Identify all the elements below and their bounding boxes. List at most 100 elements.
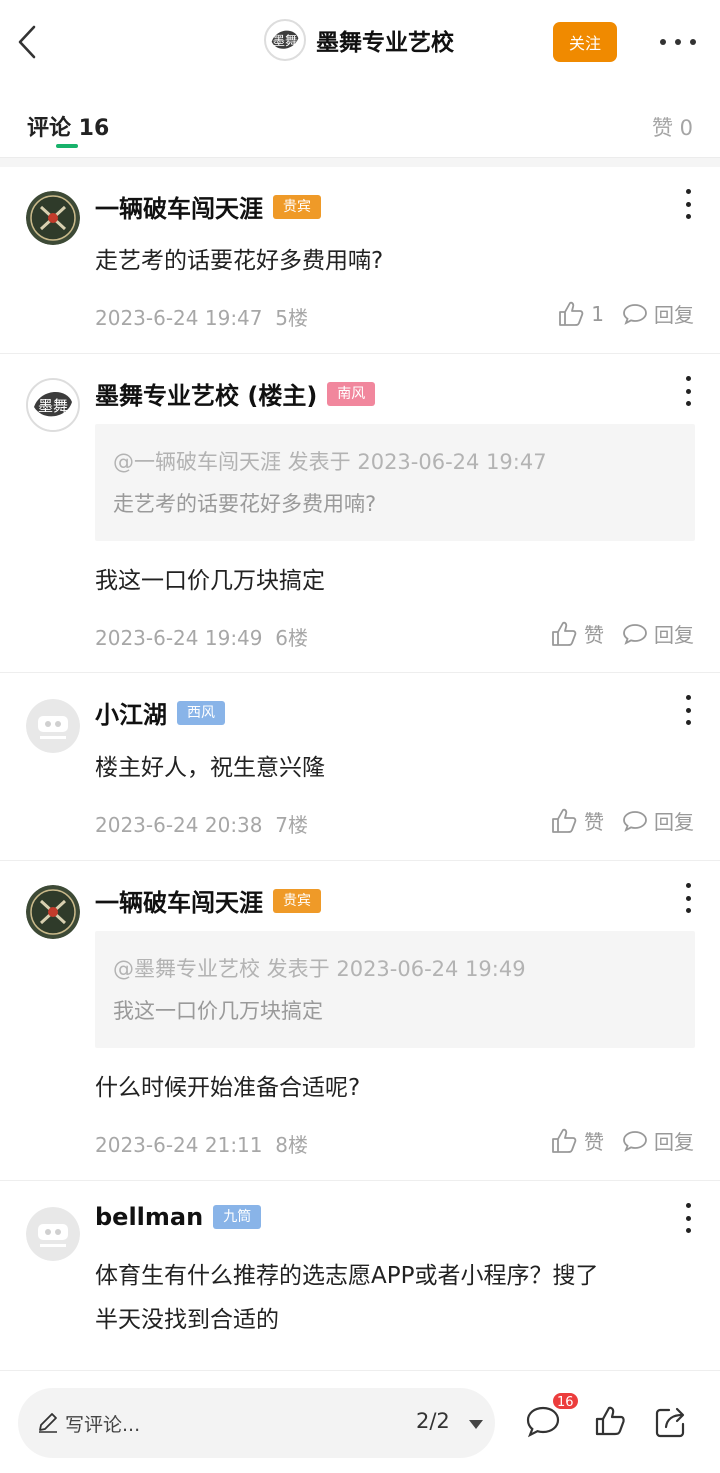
- svg-text:墨舞: 墨舞: [273, 34, 298, 48]
- avatar[interactable]: [26, 1207, 80, 1261]
- thumbs-up-icon: [559, 301, 584, 326]
- comment-count-badge: 16: [551, 1391, 580, 1411]
- comment-meta: 2023-6-24 19:47 5楼: [95, 302, 308, 331]
- comment-item: 墨舞 墨舞专业艺校 (楼主) 南风 @一辆破车闯天涯 发表于 2023-06-2…: [0, 354, 720, 673]
- comment-floor: 8楼: [275, 1133, 308, 1157]
- thumbs-up-icon: [552, 621, 577, 646]
- forum-title: 墨舞专业艺校: [316, 30, 454, 56]
- tab-comments[interactable]: 评论 16: [27, 110, 109, 142]
- more-vertical-icon[interactable]: [684, 189, 692, 219]
- share-icon[interactable]: [654, 1405, 688, 1439]
- reply-bubble-icon: [623, 810, 647, 832]
- comment-actions: 赞 回复: [550, 619, 694, 648]
- avatar[interactable]: [26, 885, 80, 939]
- more-vertical-icon[interactable]: [684, 376, 692, 406]
- author-name[interactable]: 小江湖: [95, 695, 167, 730]
- comment-item: 一辆破车闯天涯 贵宾 @墨舞专业艺校 发表于 2023-06-24 19:49 …: [0, 861, 720, 1181]
- quoted-comment[interactable]: @墨舞专业艺校 发表于 2023-06-24 19:49 我这一口价几万块搞定: [95, 931, 695, 1048]
- comment-floor: 7楼: [275, 813, 308, 837]
- quote-header: @墨舞专业艺校 发表于 2023-06-24 19:49: [113, 957, 526, 981]
- thumbs-up-icon: [552, 1128, 577, 1153]
- pencil-icon: [39, 1413, 57, 1433]
- avatar[interactable]: [26, 699, 80, 753]
- comment-text: 楼主好人，祝生意兴隆: [95, 755, 325, 781]
- like-button[interactable]: 赞: [550, 1126, 604, 1155]
- like-button[interactable]: 1: [557, 300, 604, 328]
- quote-header: @一辆破车闯天涯 发表于 2023-06-24 19:47: [113, 450, 547, 474]
- tab-active-indicator: [56, 144, 78, 148]
- tab-likes[interactable]: 赞 0: [652, 112, 693, 142]
- quote-text: 走艺考的话要花好多费用喃?: [113, 492, 377, 516]
- author-name[interactable]: 墨舞专业艺校 (楼主): [95, 376, 317, 411]
- comment-text-line: 体育生有什么推荐的选志愿APP或者小程序？搜了: [95, 1263, 599, 1289]
- reply-button[interactable]: 回复: [622, 1126, 694, 1155]
- comment-time: 2023-6-24 19:47: [95, 306, 263, 330]
- thumbs-up-icon: [552, 808, 577, 833]
- avatar[interactable]: 墨舞: [26, 378, 80, 432]
- comment-actions: 1 回复: [557, 299, 694, 328]
- comment-meta: 2023-6-24 21:11 8楼: [95, 1129, 308, 1158]
- avatar[interactable]: [26, 191, 80, 245]
- write-comment-placeholder: 写评论...: [65, 1414, 141, 1436]
- comment-item: 小江湖 西风 楼主好人，祝生意兴隆 2023-6-24 20:38 7楼 赞 回…: [0, 673, 720, 861]
- reply-button[interactable]: 回复: [622, 806, 694, 835]
- like-label: 赞: [584, 623, 604, 647]
- reply-label: 回复: [654, 303, 694, 327]
- comment-text-line: 半天没找到合适的: [95, 1307, 279, 1333]
- comment-meta: 2023-6-24 19:49 6楼: [95, 622, 308, 651]
- comment-tabs: 评论 16 赞 0: [0, 96, 720, 158]
- reply-button[interactable]: 回复: [622, 619, 694, 648]
- more-horizontal-icon[interactable]: [660, 32, 696, 52]
- comment-item: 一辆破车闯天涯 贵宾 走艺考的话要花好多费用喃? 2023-6-24 19:47…: [0, 167, 720, 354]
- reply-label: 回复: [654, 1130, 694, 1154]
- comment-icon[interactable]: [525, 1405, 561, 1439]
- more-vertical-icon[interactable]: [684, 883, 692, 913]
- like-label: 赞: [584, 1130, 604, 1154]
- like-button[interactable]: 赞: [550, 806, 604, 835]
- top-navigation-bar: 墨舞 墨舞专业艺校 关注: [0, 0, 720, 86]
- user-level-badge: 贵宾: [273, 194, 321, 219]
- chevron-down-icon[interactable]: [469, 1420, 483, 1429]
- comment-text: 体育生有什么推荐的选志愿APP或者小程序？搜了 半天没找到合适的: [95, 1254, 695, 1342]
- comment-meta: 2023-6-24 20:38 7楼: [95, 809, 308, 838]
- bottom-action-bar: 写评论... 2/2 16: [0, 1370, 720, 1473]
- user-level-badge: 贵宾: [273, 888, 321, 913]
- comment-floor: 6楼: [275, 626, 308, 650]
- more-vertical-icon[interactable]: [684, 1203, 692, 1233]
- write-comment-input[interactable]: 写评论... 2/2: [18, 1388, 495, 1458]
- comment-actions: 赞 回复: [550, 1126, 694, 1155]
- comment-time: 2023-6-24 20:38: [95, 813, 263, 837]
- comment-time: 2023-6-24 21:11: [95, 1133, 263, 1157]
- forum-brand[interactable]: 墨舞 墨舞专业艺校: [264, 19, 454, 61]
- reply-bubble-icon: [623, 623, 647, 645]
- comment-text: 我这一口价几万块搞定: [95, 568, 325, 594]
- author-name[interactable]: bellman: [95, 1203, 203, 1231]
- author-name[interactable]: 一辆破车闯天涯: [95, 189, 263, 224]
- like-label: 赞: [584, 810, 604, 834]
- comment-floor: 5楼: [275, 306, 308, 330]
- reply-bubble-icon: [623, 303, 647, 325]
- forum-logo: 墨舞: [264, 19, 306, 61]
- reply-button[interactable]: 回复: [622, 299, 694, 328]
- like-button[interactable]: 赞: [550, 619, 604, 648]
- back-arrow-icon[interactable]: [14, 22, 44, 62]
- comment-time: 2023-6-24 19:49: [95, 626, 263, 650]
- forum-logo-mark: 墨舞: [266, 21, 304, 59]
- thumbs-up-icon[interactable]: [594, 1405, 626, 1437]
- quote-text: 我这一口价几万块搞定: [113, 999, 323, 1023]
- quoted-comment[interactable]: @一辆破车闯天涯 发表于 2023-06-24 19:47 走艺考的话要花好多费…: [95, 424, 695, 541]
- more-vertical-icon[interactable]: [684, 695, 692, 725]
- user-level-badge: 西风: [177, 700, 225, 725]
- comment-text: 走艺考的话要花好多费用喃?: [95, 248, 384, 274]
- author-name[interactable]: 一辆破车闯天涯: [95, 883, 263, 918]
- user-level-badge: 九筒: [213, 1205, 262, 1229]
- like-count: 1: [591, 301, 604, 326]
- user-level-badge: 南风: [327, 381, 376, 406]
- section-divider: [0, 157, 720, 167]
- reply-bubble-icon: [623, 1130, 647, 1152]
- svg-text:墨舞: 墨舞: [38, 397, 68, 415]
- reply-label: 回复: [654, 810, 694, 834]
- comment-text: 什么时候开始准备合适呢?: [95, 1075, 361, 1101]
- page-indicator[interactable]: 2/2: [416, 1409, 450, 1433]
- follow-button[interactable]: 关注: [553, 22, 617, 62]
